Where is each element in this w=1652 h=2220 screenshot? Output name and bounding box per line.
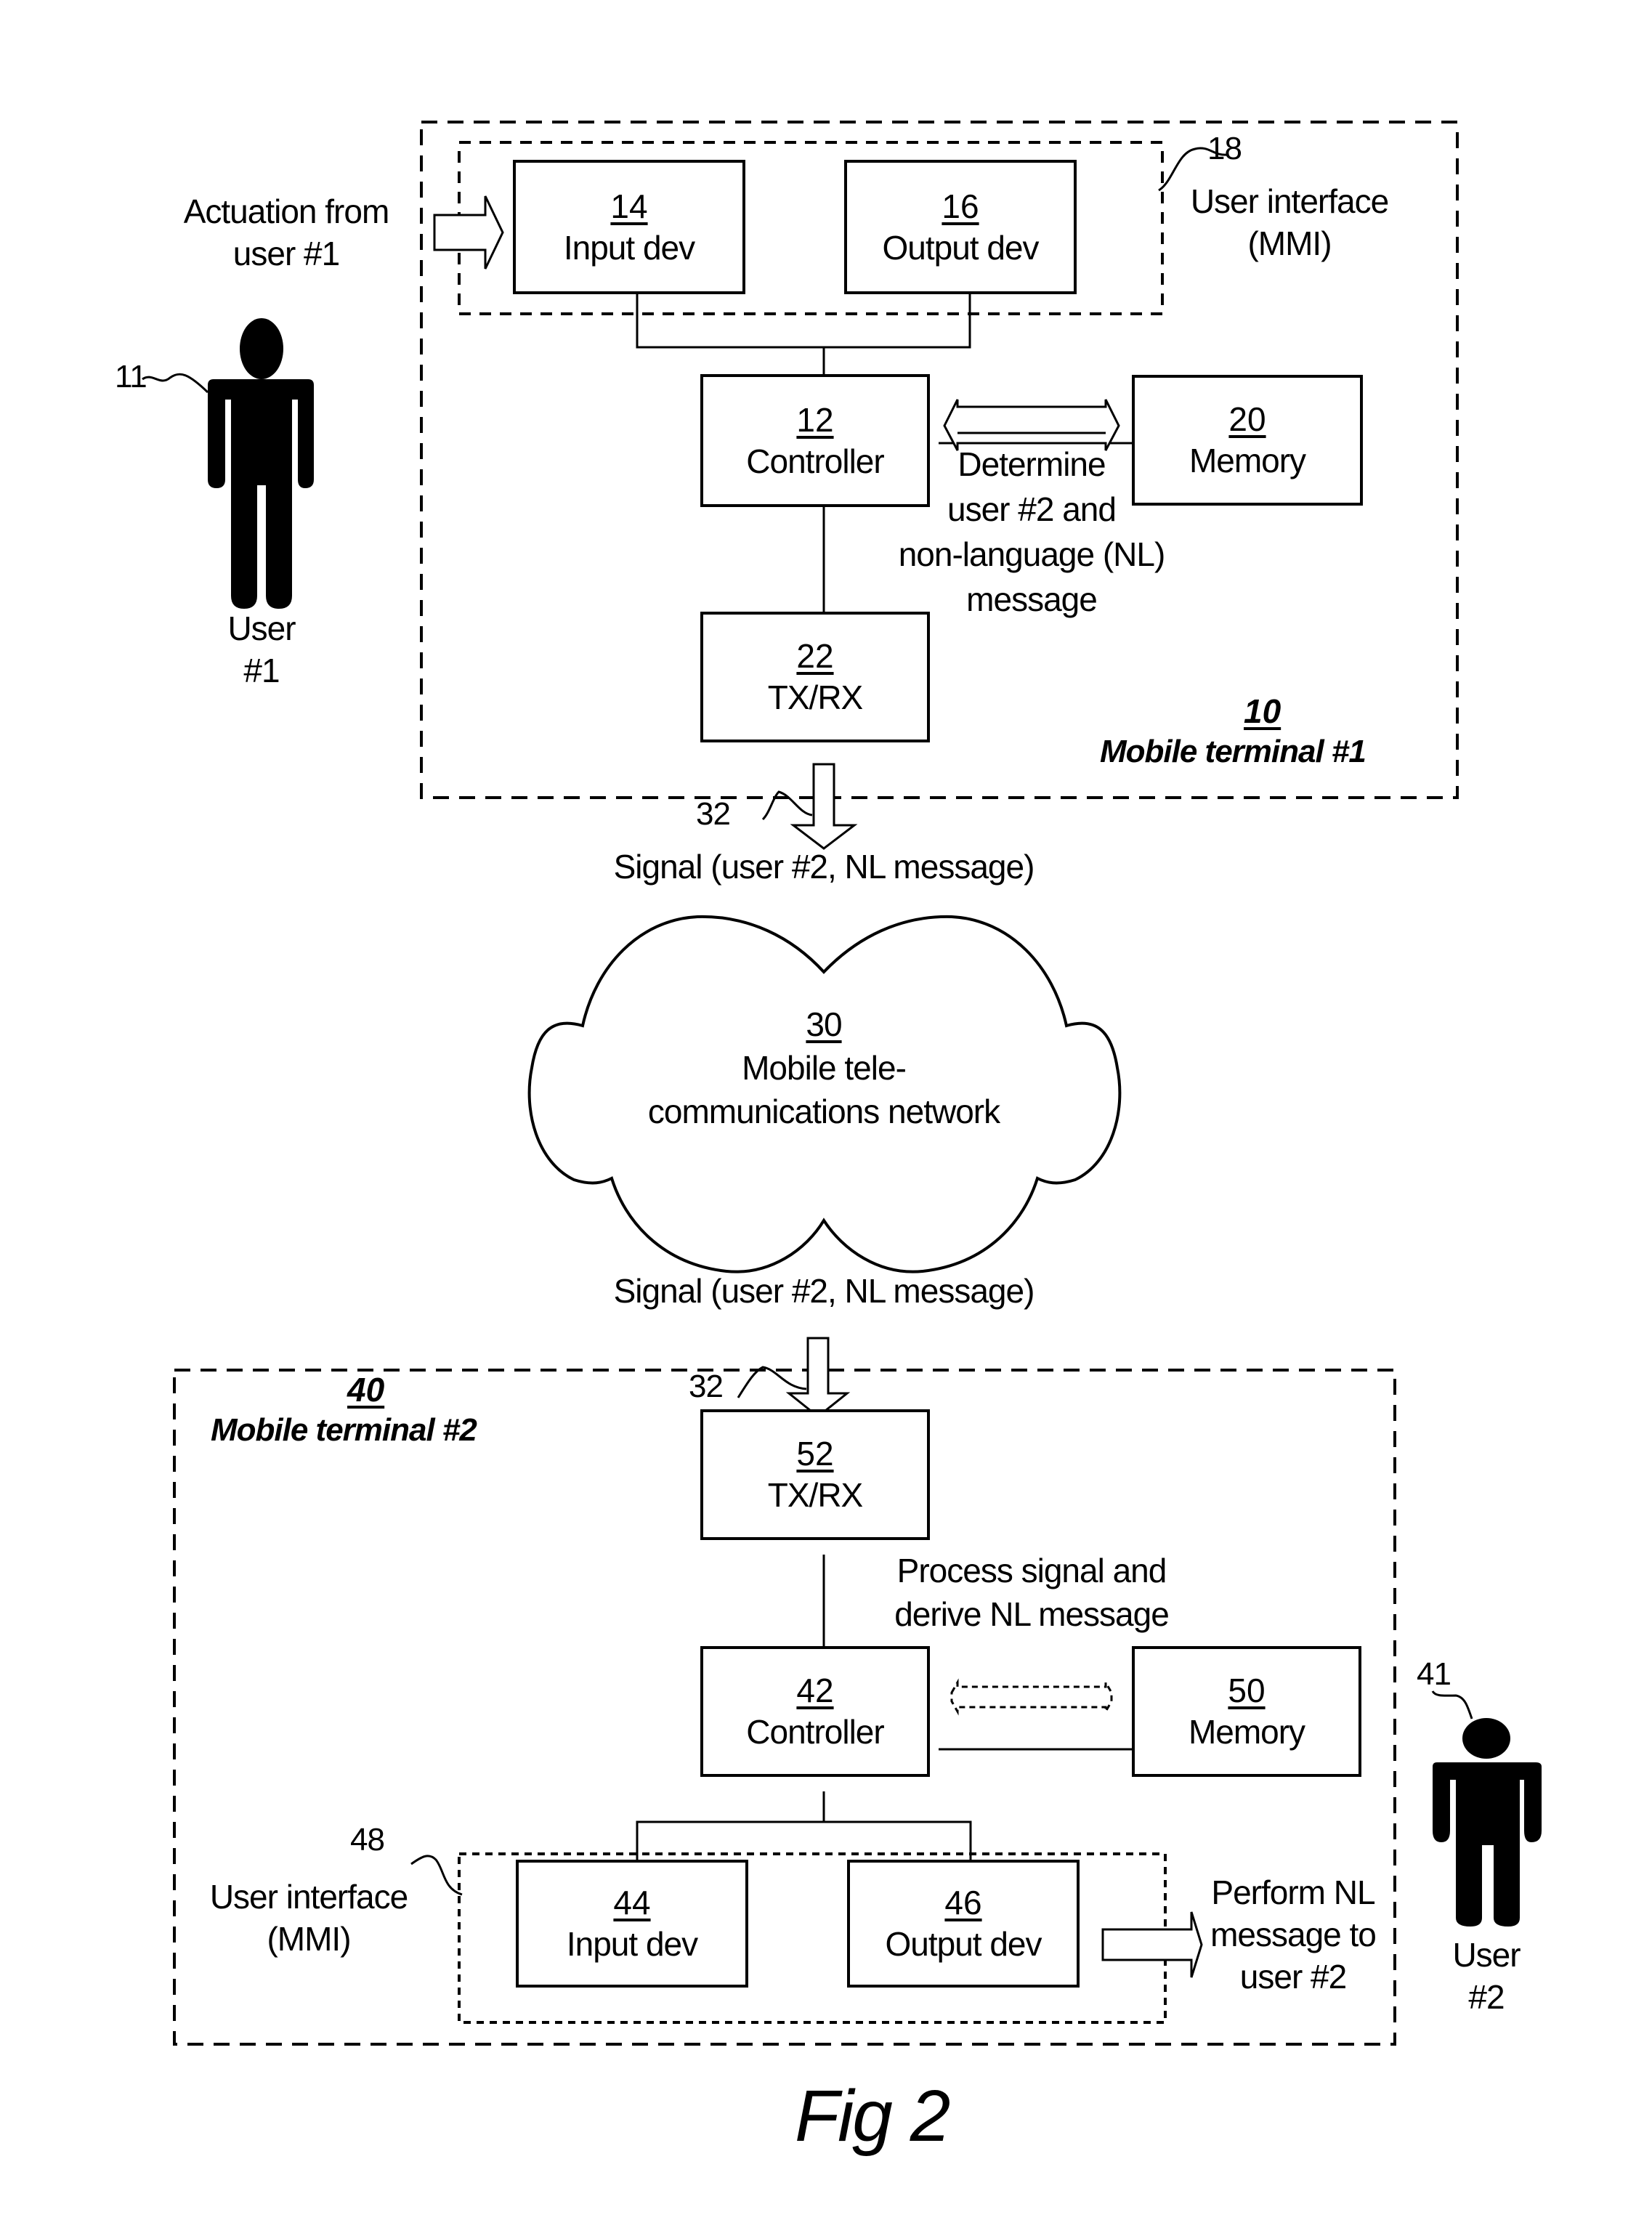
block-number: 22 [796,637,834,675]
t2-memory-block: 50 Memory [1132,1646,1361,1777]
block-name: TX/RX [767,1476,863,1514]
t2-controller-block: 42 Controller [700,1646,930,1777]
user1-label-line1: User [227,609,296,647]
block-number: 52 [796,1435,834,1472]
block-number: 14 [610,187,648,225]
block-number: 16 [942,187,979,225]
t2-user-interface-label: User interface (MMI) [182,1876,436,1960]
annotation-line: non-language (NL) [898,535,1166,573]
terminal2-ref: 40 [347,1371,385,1409]
ref-11: 11 [115,359,147,394]
network-line1: Mobile tele- [742,1049,907,1087]
perform-line: message to [1210,1916,1377,1953]
ref-41: 41 [1417,1656,1451,1692]
signal-arrow-in [785,1337,851,1418]
terminal2-name: Mobile terminal #2 [211,1412,477,1448]
perform-annotation: Perform NL message to user #2 [1191,1871,1395,1998]
perform-line: user #2 [1239,1958,1347,1996]
block-number: 50 [1228,1672,1266,1709]
user2-label-line2: #2 [1468,1978,1505,2016]
user2-label-line1: User [1452,1936,1521,1974]
block-name: Output dev [882,228,1039,267]
ref-18: 18 [1207,131,1242,166]
block-number: 20 [1228,400,1266,438]
t2-txrx-block: 52 TX/RX [700,1409,930,1540]
user1-figure-icon [208,318,314,609]
block-number: 44 [613,1884,651,1921]
network-label: 30 Mobile tele- communications network [567,1002,1081,1133]
block-number: 42 [796,1672,834,1709]
t2-output-dev-block: 46 Output dev [847,1860,1080,1988]
ref-32-bottom: 32 [689,1369,724,1404]
t1-txrx-block: 22 TX/RX [700,612,930,742]
actuation-arrow [433,195,504,270]
t2-input-dev-block: 44 Input dev [516,1860,748,1988]
t1-output-dev-block: 16 Output dev [844,160,1077,294]
terminal1-name: Mobile terminal #1 [1100,734,1366,769]
user2-figure-icon [1433,1718,1542,1927]
user1-label: User #1 [203,607,320,692]
annotation-line: user #2 and [947,490,1117,528]
actuation-label-line1: Actuation from [183,193,390,230]
user2-label: User #2 [1428,1934,1544,2018]
block-name: Controller [746,1713,884,1751]
block-name: Memory [1188,1713,1305,1751]
t1-input-dev-block: 14 Input dev [513,160,745,294]
t2-ui-label-line2: (MMI) [267,1920,351,1958]
block-number: 12 [796,400,834,439]
ref-32-top-leader [761,790,813,821]
user1-label-line2: #1 [243,652,280,689]
figure-caption: Fig 2 [795,2075,950,2157]
network-line2: communications network [647,1093,1000,1130]
t1-ui-label-line2: (MMI) [1247,224,1332,262]
annotation-line: Process signal and [896,1552,1167,1589]
t1-determine-annotation: Determine user #2 and non-language (NL) … [843,442,1220,622]
annotation-line: derive NL message [894,1595,1170,1633]
perform-arrow [1101,1911,1203,1978]
signal-label-bottom: Signal (user #2, NL message) [613,1272,1035,1310]
actuation-label-line2: user #1 [232,235,340,272]
block-number: 46 [944,1884,982,1921]
t1-user-interface-label: User interface (MMI) [1162,180,1417,264]
block-name: Output dev [885,1925,1042,1963]
t1-ui-label-line1: User interface [1190,182,1389,220]
network-number: 30 [806,1005,842,1043]
signal-arrow-out [790,763,858,850]
ref-32-top: 32 [696,796,731,832]
t2-process-annotation: Process signal and derive NL message [843,1549,1220,1636]
perform-line: Perform NL [1211,1873,1375,1911]
actuation-label: Actuation from user #1 [155,190,417,275]
annotation-line: Determine [957,445,1106,483]
ref-11-leader [142,373,209,394]
annotation-line: message [966,580,1098,618]
block-name: TX/RX [767,678,863,716]
t1-io-bus [636,294,971,349]
ref-48: 48 [350,1822,385,1858]
terminal1-ref: 10 [1244,692,1281,730]
block-name: Input dev [563,228,695,267]
signal-label-top: Signal (user #2, NL message) [613,848,1035,886]
ref-41-leader [1431,1690,1473,1719]
t2-ui-label-line1: User interface [209,1878,408,1916]
block-name: Input dev [566,1925,698,1963]
t2-bidirectional-arrow [950,1678,1113,1716]
